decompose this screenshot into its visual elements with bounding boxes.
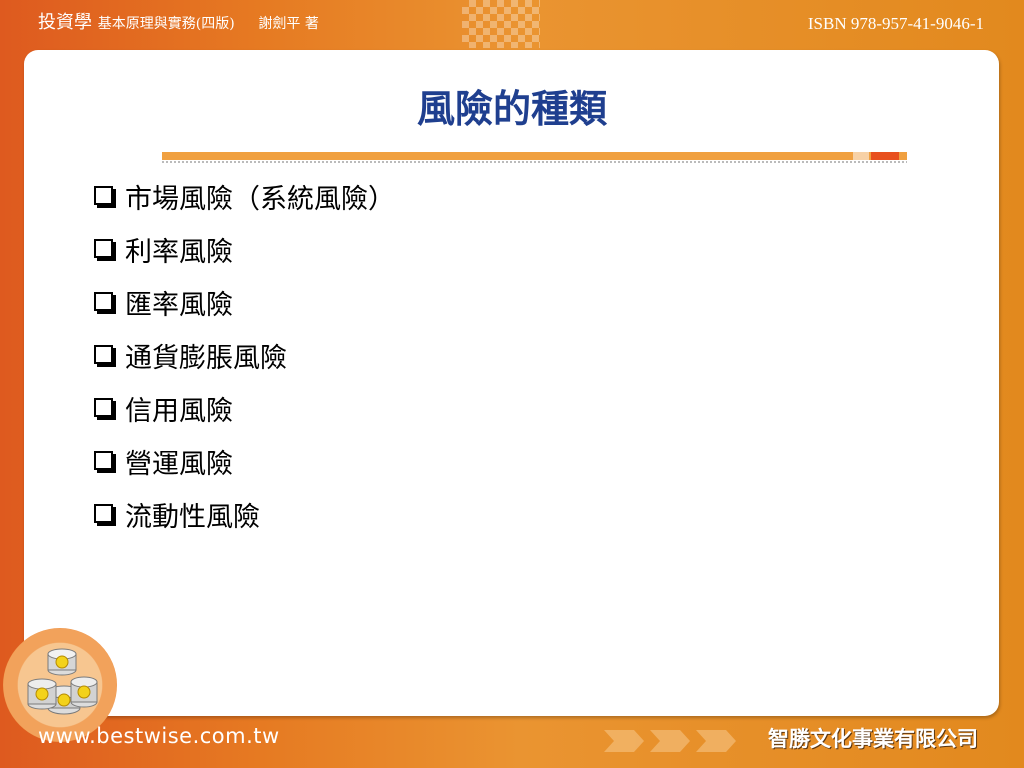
list-item: 利率風險 bbox=[94, 223, 395, 276]
bullet-text: 匯率風險 bbox=[125, 290, 233, 321]
checkbox-bullet-icon bbox=[94, 186, 113, 205]
checkbox-bullet-icon bbox=[94, 345, 113, 364]
slide-title: 風險的種類 bbox=[416, 87, 607, 131]
divider-dotted-line bbox=[162, 161, 907, 163]
checkbox-bullet-icon bbox=[94, 504, 113, 523]
list-item: 信用風險 bbox=[94, 382, 395, 435]
bullet-text: 市場風險（系統風險） bbox=[125, 184, 395, 215]
arrow-decoration-icon bbox=[604, 730, 736, 752]
bullet-text: 營運風險 bbox=[125, 449, 233, 480]
list-item: 通貨膨脹風險 bbox=[94, 329, 395, 382]
checkbox-bullet-icon bbox=[94, 398, 113, 417]
bullet-text: 通貨膨脹風險 bbox=[125, 343, 287, 374]
isbn-label: ISBN 978-957-41-9046-1 bbox=[807, 14, 984, 33]
list-item: 市場風險（系統風險） bbox=[94, 170, 395, 223]
book-title: 投資學 基本原理與實務(四版) 謝劍平 著 bbox=[38, 8, 319, 34]
checkbox-bullet-icon bbox=[94, 451, 113, 470]
website-url: www.bestwise.com.tw bbox=[38, 724, 280, 748]
bullet-text: 利率風險 bbox=[125, 237, 233, 268]
title-divider bbox=[162, 152, 907, 163]
publisher-name: 智勝文化事業有限公司 bbox=[768, 727, 978, 751]
header-bar: 投資學 基本原理與實務(四版) 謝劍平 著 ISBN 978-957-41-90… bbox=[0, 0, 1024, 52]
checkbox-bullet-icon bbox=[94, 292, 113, 311]
bullet-list: 市場風險（系統風險） 利率風險 匯率風險 通貨膨脹風險 信用風險 營運風險 流動… bbox=[94, 170, 395, 541]
book-title-main: 投資學 bbox=[38, 12, 92, 33]
divider-accent-red bbox=[871, 152, 899, 160]
divider-accent-light bbox=[853, 152, 869, 160]
list-item: 營運風險 bbox=[94, 435, 395, 488]
book-subtitle: 基本原理與實務(四版) bbox=[97, 16, 235, 32]
bullet-text: 流動性風險 bbox=[125, 502, 260, 533]
coin-stack-icon bbox=[27, 648, 98, 715]
bullet-text: 信用風險 bbox=[125, 396, 233, 427]
checker-pattern bbox=[462, 0, 540, 48]
checkbox-bullet-icon bbox=[94, 239, 113, 258]
list-item: 匯率風險 bbox=[94, 276, 395, 329]
book-author: 謝劍平 著 bbox=[258, 16, 319, 32]
list-item: 流動性風險 bbox=[94, 488, 395, 541]
